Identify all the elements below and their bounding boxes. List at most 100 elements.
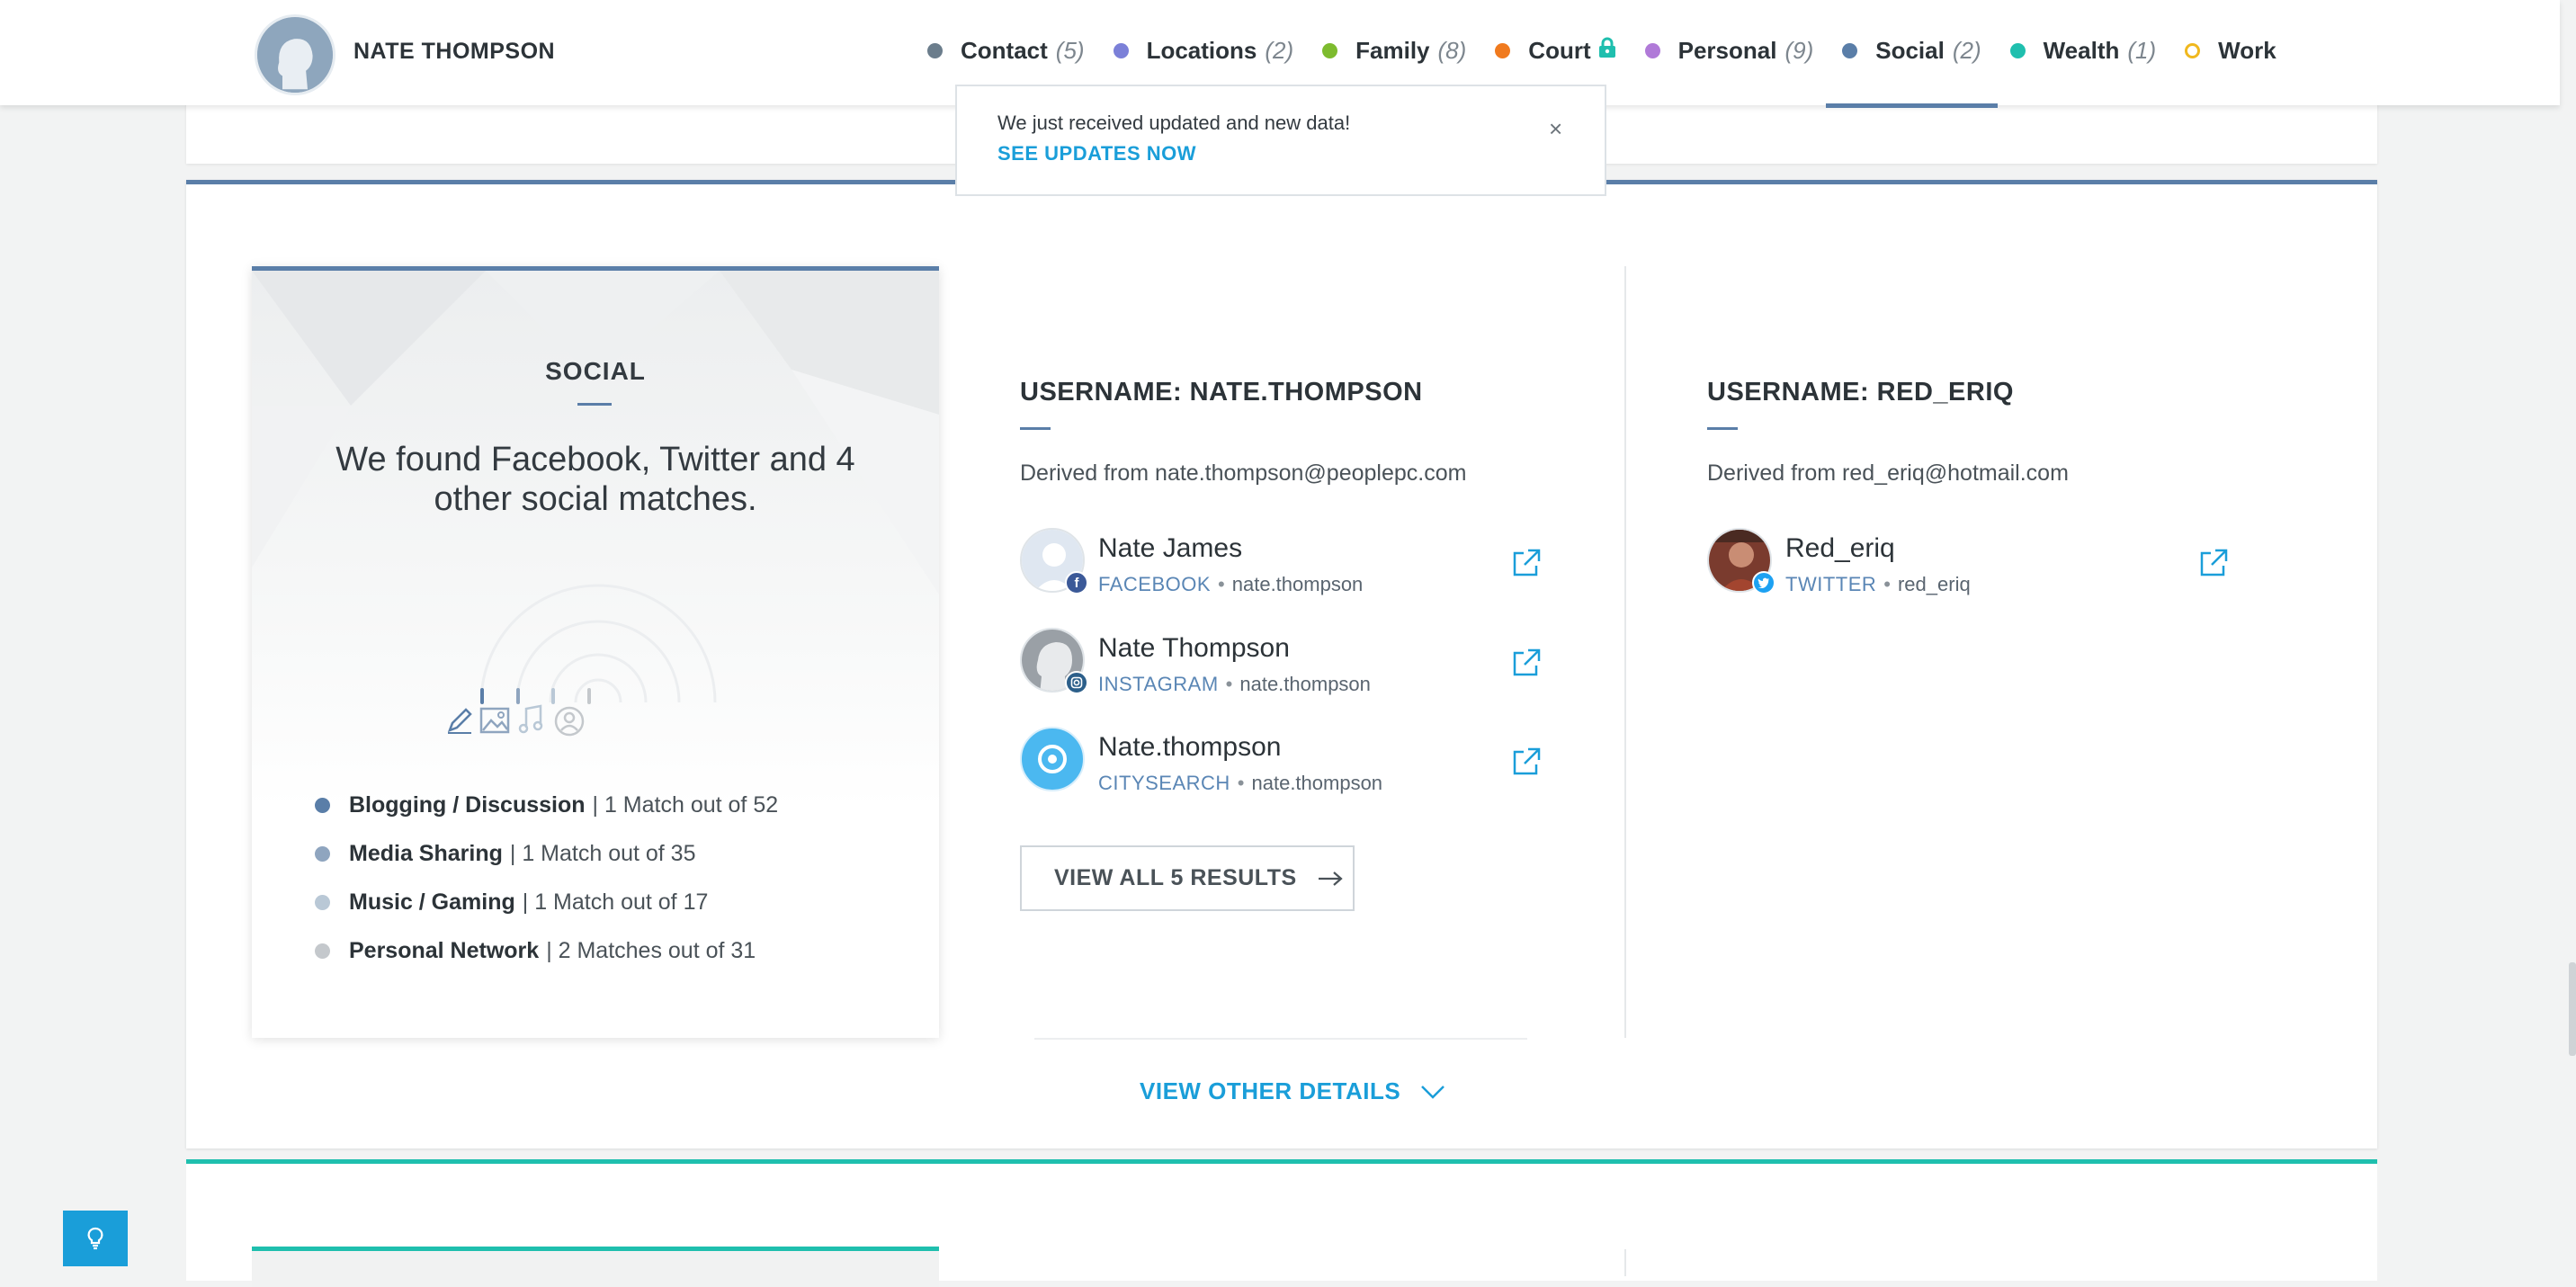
network-name: TWITTER: [1785, 573, 1877, 595]
nav-social[interactable]: Social (2): [1826, 36, 1999, 108]
network-username: nate.thompson: [1231, 573, 1364, 595]
result-meta: FACEBOOK • nate.thompson: [1098, 573, 1363, 596]
scrollbar-thumb[interactable]: [2569, 962, 2576, 1056]
title-underline: [1020, 427, 1051, 430]
work-dot-icon: [2185, 42, 2201, 58]
arrow-right-icon: [1318, 871, 1343, 886]
nav-label: Court: [1528, 36, 1591, 64]
twitter-icon: [1752, 571, 1775, 594]
external-link-icon[interactable]: [1511, 746, 1542, 777]
username-column-red-eriq: USERNAME: RED_ERIQ Derived from red_eriq…: [1707, 378, 2069, 487]
chevron-down-icon: [1421, 1085, 1445, 1099]
category-row: Blogging / Discussion | 1 Match out of 5…: [315, 781, 778, 829]
nav-contact[interactable]: Contact (5): [927, 37, 1085, 65]
nav-family[interactable]: Family (8): [1322, 37, 1466, 65]
title-underline: [577, 403, 612, 406]
instagram-icon: [1065, 671, 1088, 694]
view-all-results-button[interactable]: VIEW ALL 5 RESULTS: [1020, 845, 1355, 911]
category-stat: | 1 Match out of 17: [522, 889, 709, 915]
external-link-icon[interactable]: [1511, 548, 1542, 578]
wealth-dot-icon: [2009, 42, 2026, 58]
lightbulb-icon: [87, 1227, 103, 1250]
nav-count: (5): [1055, 36, 1085, 64]
external-link-icon[interactable]: [1511, 648, 1542, 678]
column-divider: [1624, 266, 1626, 1038]
title-underline: [1707, 427, 1738, 430]
separator: •: [1883, 573, 1891, 595]
network-username: nate.thompson: [1239, 673, 1371, 695]
category-name: Media Sharing: [349, 840, 503, 866]
pencil-icon: [444, 705, 475, 740]
category-legend: Blogging / Discussion | 1 Match out of 5…: [315, 781, 778, 975]
nav-count: (2): [1265, 36, 1294, 64]
nav-label: Locations: [1146, 36, 1257, 64]
social-dot-icon: [1842, 42, 1858, 58]
category-row: Music / Gaming | 1 Match out of 17: [315, 878, 778, 926]
notification-message: We just received updated and new data!: [997, 112, 1351, 134]
result-name: Nate.thompson: [1098, 732, 1282, 762]
update-notification: We just received updated and new data! S…: [955, 85, 1606, 196]
person-icon: [554, 706, 585, 741]
result-name: Red_eriq: [1785, 533, 1895, 563]
category-stat: | 1 Match out of 52: [592, 791, 779, 818]
nav-work[interactable]: Work: [2185, 37, 2276, 65]
nav-wealth[interactable]: Wealth (1): [2009, 36, 2156, 65]
court-dot-icon: [1495, 42, 1511, 58]
result-meta: TWITTER • red_eriq: [1785, 573, 1971, 596]
result-citysearch: Nate.thompson CITYSEARCH • nate.thompson: [1020, 727, 1551, 799]
nav-personal[interactable]: Personal (9): [1644, 36, 1814, 65]
summary-headline: We found Facebook, Twitter and 4 other s…: [335, 441, 855, 518]
result-facebook: f Nate James FACEBOOK • nate.thompson: [1020, 528, 1551, 600]
profile-name: NATE THOMPSON: [353, 39, 556, 64]
category-row: Media Sharing | 1 Match out of 35: [315, 829, 778, 878]
result-twitter: Red_eriq TWITTER • red_eriq: [1707, 528, 2238, 600]
personal-dot-icon: [1644, 42, 1660, 58]
close-icon[interactable]: ×: [1549, 117, 1562, 140]
profile-avatar: [255, 14, 335, 95]
bullet-icon: [315, 943, 330, 959]
network-name: INSTAGRAM: [1098, 673, 1219, 695]
button-label: VIEW ALL 5 RESULTS: [1054, 865, 1297, 890]
network-username: red_eriq: [1897, 573, 1971, 595]
category-stat: | 1 Match out of 35: [509, 840, 696, 866]
nav-locations[interactable]: Locations (2): [1113, 36, 1294, 65]
citysearch-icon: [1020, 727, 1085, 791]
column-title: USERNAME: NATE.THOMPSON: [1020, 378, 1423, 407]
separator: •: [1225, 673, 1233, 695]
network-username: nate.thompson: [1251, 772, 1383, 794]
bullet-icon: [315, 894, 330, 910]
summary-title: SOCIAL: [545, 357, 646, 385]
category-row: Personal Network | 2 Matches out of 31: [315, 926, 778, 975]
nav-count: (9): [1784, 36, 1814, 64]
nav-count: (2): [1952, 36, 1981, 64]
nav-label: Wealth: [2043, 36, 2120, 64]
category-radar-graphic: [479, 584, 717, 704]
image-icon: [479, 706, 510, 739]
locations-dot-icon: [1113, 42, 1129, 58]
category-name: Personal Network: [349, 937, 540, 963]
see-updates-link[interactable]: SEE UPDATES NOW: [997, 142, 1196, 165]
result-instagram: Nate Thompson INSTAGRAM • nate.thompson: [1020, 628, 1551, 700]
social-summary-panel: SOCIAL We found Facebook, Twitter and 4 …: [252, 266, 939, 1038]
external-link-icon[interactable]: [2198, 548, 2229, 578]
contact-dot-icon: [927, 42, 943, 58]
family-dot-icon: [1322, 42, 1338, 58]
view-other-details-button[interactable]: VIEW OTHER DETAILS: [1140, 1077, 1445, 1105]
column-divider: [1624, 1249, 1626, 1276]
result-name: Nate James: [1098, 533, 1243, 563]
network-name: CITYSEARCH: [1098, 772, 1230, 794]
derived-from-text: Derived from red_eriq@hotmail.com: [1707, 460, 2069, 486]
column-title: USERNAME: RED_ERIQ: [1707, 378, 2014, 407]
result-meta: CITYSEARCH • nate.thompson: [1098, 772, 1382, 795]
nav-court[interactable]: Court: [1495, 37, 1615, 65]
button-label: VIEW OTHER DETAILS: [1140, 1077, 1401, 1104]
nav-label: Contact: [961, 36, 1048, 64]
nav-label: Social: [1875, 36, 1945, 64]
separator: •: [1218, 573, 1225, 595]
category-name: Blogging / Discussion: [349, 791, 586, 818]
category-stat: | 2 Matches out of 31: [546, 937, 756, 963]
tips-button[interactable]: [63, 1211, 128, 1266]
nav-count: (8): [1437, 36, 1467, 64]
network-name: FACEBOOK: [1098, 573, 1212, 595]
bullet-icon: [315, 845, 330, 862]
